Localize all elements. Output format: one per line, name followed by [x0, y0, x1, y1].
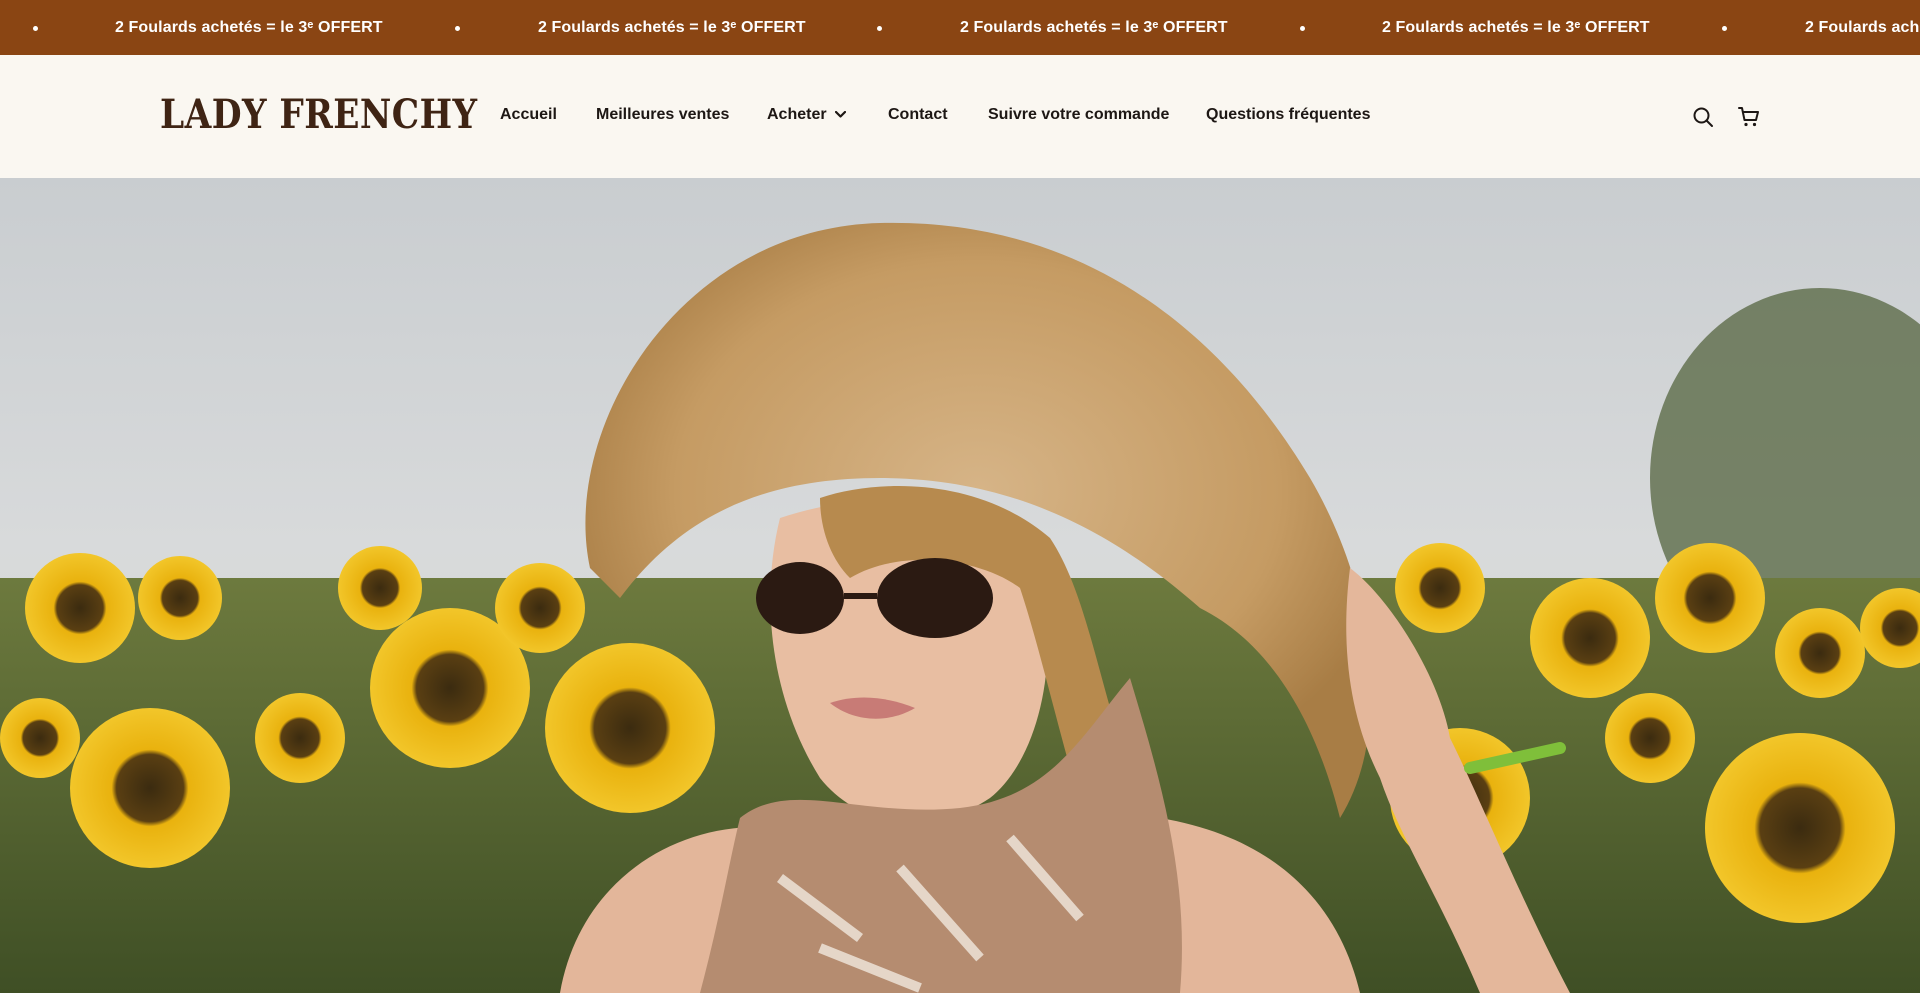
- announcement-text: 2 Foulards achetés = le 3ᵉ OFFERT: [115, 19, 383, 36]
- announcement-text: 2 Foulards achetés = le 3ᵉ OFFERT: [960, 19, 1228, 36]
- nav-item-meilleures-ventes[interactable]: Meilleures ventes: [596, 105, 729, 125]
- hero-photo-illustration: [0, 178, 1920, 993]
- site-logo[interactable]: LADY FRENCHY: [160, 91, 478, 139]
- hero-image: [0, 178, 1920, 993]
- separator-dot-icon: [33, 26, 38, 31]
- nav-item-questions-frequentes[interactable]: Questions fréquentes: [1206, 105, 1370, 125]
- announcement-text: 2 Foulards achetés = le 3ᵉ OFFERT: [1805, 19, 1920, 36]
- announcement-text: 2 Foulards achetés = le 3ᵉ OFFERT: [538, 19, 806, 36]
- nav-item-acheter[interactable]: Acheter: [767, 105, 846, 125]
- announcement-text: 2 Foulards achetés = le 3ᵉ OFFERT: [1382, 19, 1650, 36]
- chevron-down-icon: [834, 111, 846, 118]
- nav-item-suivre-commande[interactable]: Suivre votre commande: [988, 105, 1169, 125]
- nav-item-label: Acheter: [767, 106, 827, 123]
- site-header: LADY FRENCHY Accueil Meilleures ventes A…: [0, 55, 1920, 178]
- search-icon[interactable]: [1691, 105, 1715, 129]
- announcement-marquee: 2 Foulards achetés = le 3ᵉ OFFERT 2 Foul…: [0, 0, 1920, 55]
- nav-item-accueil[interactable]: Accueil: [500, 105, 557, 125]
- separator-dot-icon: [1722, 26, 1727, 31]
- announcement-bar: 2 Foulards achetés = le 3ᵉ OFFERT 2 Foul…: [0, 0, 1920, 55]
- separator-dot-icon: [455, 26, 460, 31]
- separator-dot-icon: [877, 26, 882, 31]
- separator-dot-icon: [1300, 26, 1305, 31]
- nav-item-contact[interactable]: Contact: [888, 105, 948, 125]
- cart-icon[interactable]: [1737, 105, 1761, 129]
